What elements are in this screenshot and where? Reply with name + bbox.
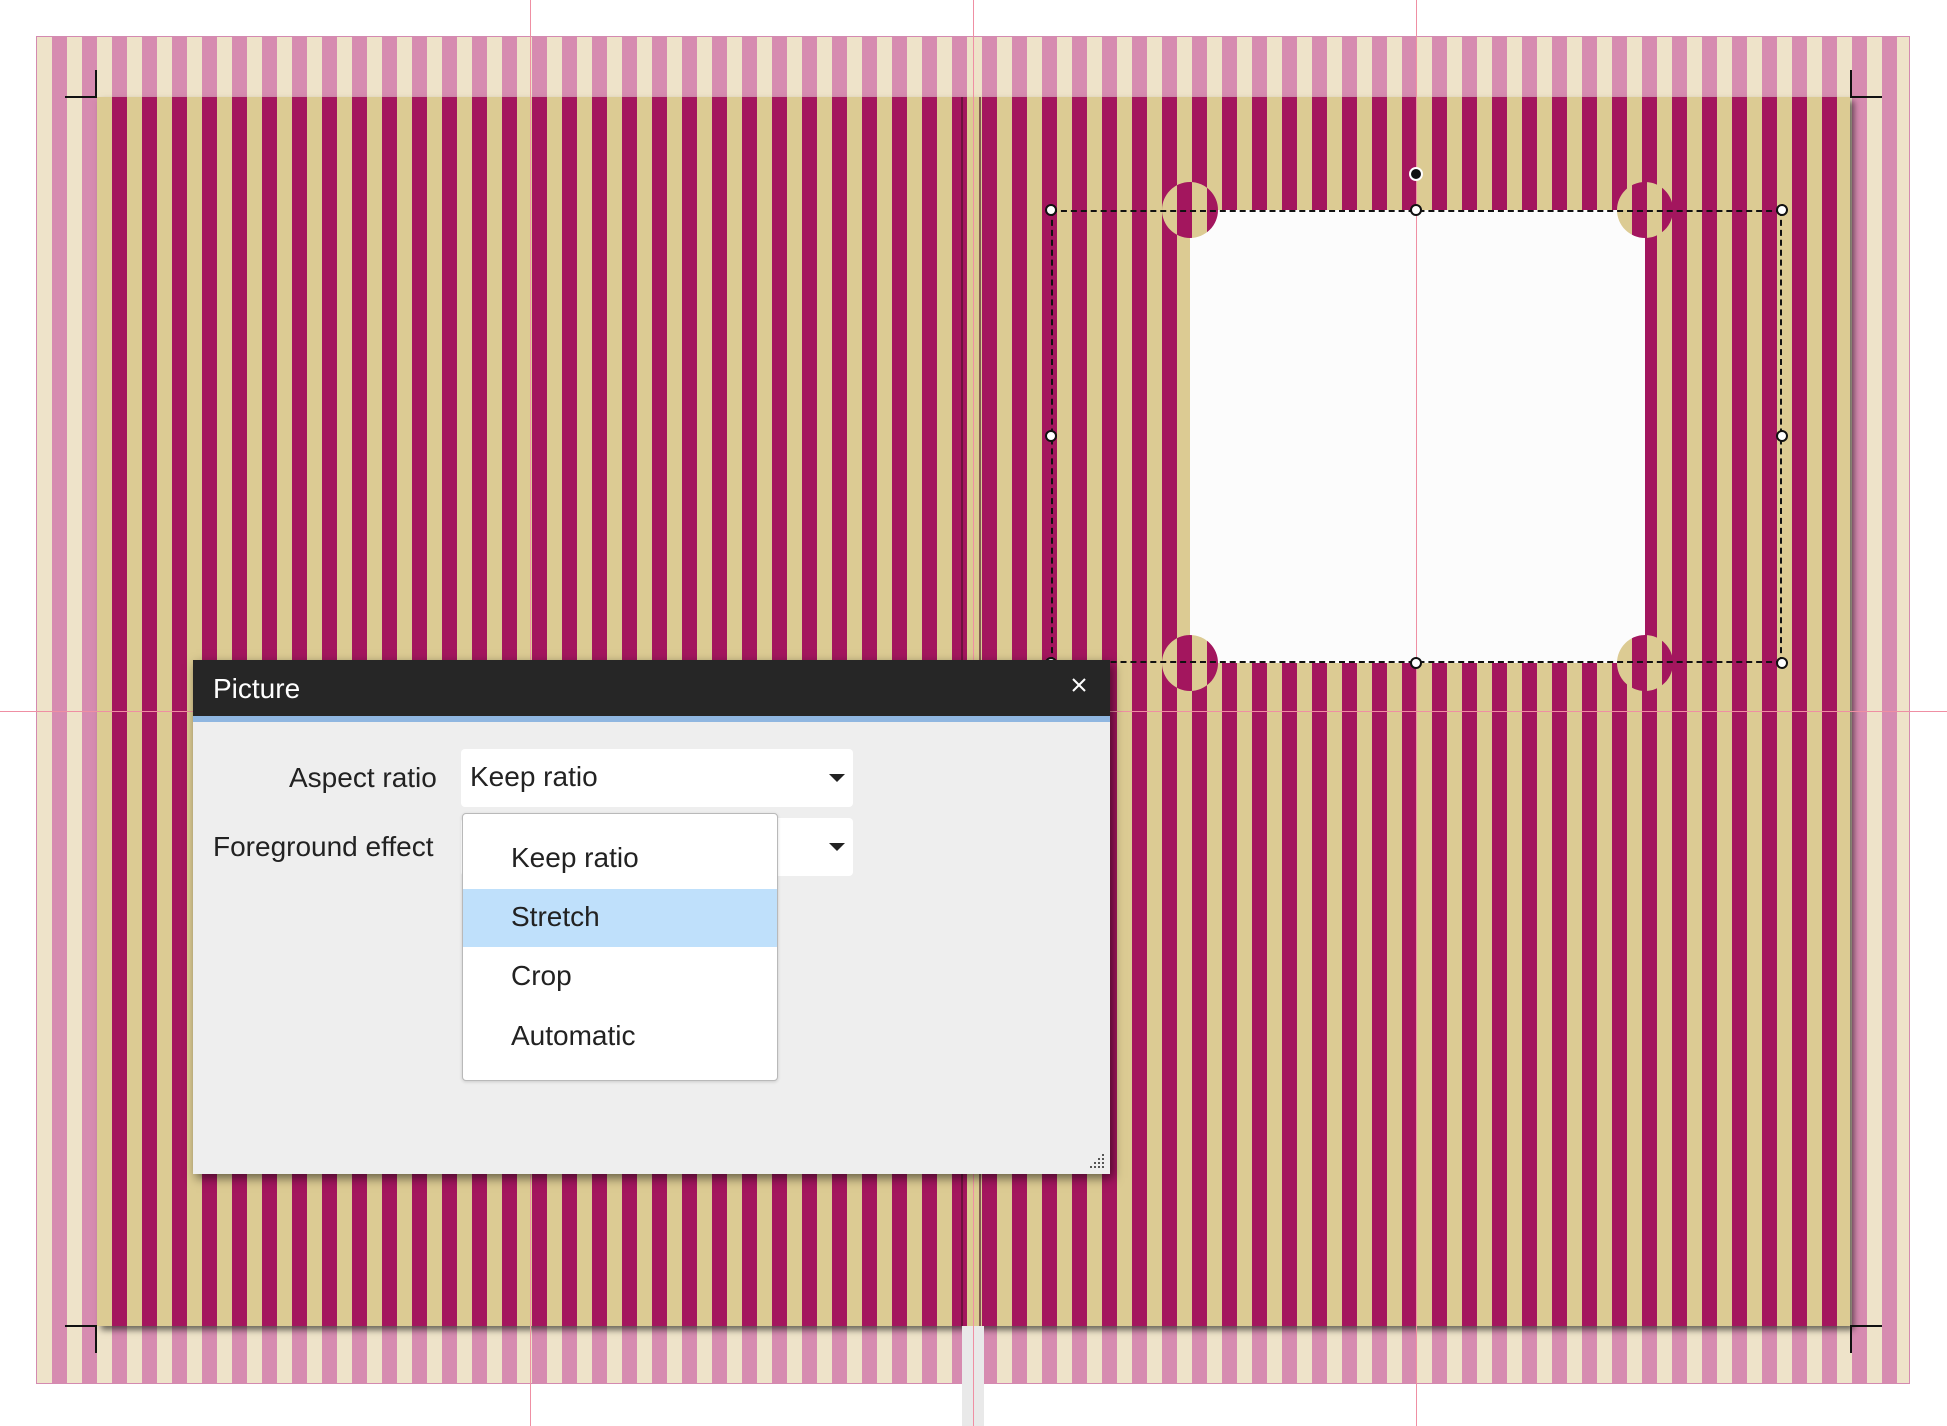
dropdown-option-automatic[interactable]: Automatic — [463, 1008, 777, 1066]
resize-handle-top[interactable] — [1410, 204, 1422, 216]
aspect-ratio-dropdown-list: Keep ratio Stretch Crop Automatic — [462, 813, 778, 1081]
resize-handle-right[interactable] — [1776, 430, 1788, 442]
rotate-handle[interactable] — [1409, 167, 1423, 181]
resize-handle-bottom-right[interactable] — [1776, 657, 1788, 669]
resize-handle-top-right[interactable] — [1776, 204, 1788, 216]
crop-mark — [65, 1325, 95, 1327]
dropdown-option-crop[interactable]: Crop — [463, 948, 777, 1006]
dialog-titlebar[interactable]: Picture — [193, 660, 1110, 716]
titlebar-accent — [193, 716, 1110, 722]
aspect-ratio-value: Keep ratio — [470, 761, 598, 792]
picture-dialog: Picture Aspect ratio Keep ratio Foregrou… — [193, 660, 1110, 1174]
dropdown-option-stretch[interactable]: Stretch — [463, 889, 777, 947]
resize-handle-top-left[interactable] — [1045, 204, 1057, 216]
crop-mark — [95, 70, 97, 98]
selection-box — [1051, 210, 1782, 663]
crop-mark — [65, 96, 95, 98]
resize-grip-icon[interactable] — [1088, 1152, 1106, 1170]
aspect-ratio-select[interactable]: Keep ratio — [461, 749, 853, 807]
crop-mark — [95, 1325, 97, 1353]
crop-mark — [1850, 1325, 1852, 1353]
chevron-down-icon — [829, 843, 845, 851]
aspect-ratio-label: Aspect ratio — [289, 762, 437, 793]
close-icon[interactable] — [1066, 672, 1092, 698]
dropdown-option-keep-ratio[interactable]: Keep ratio — [463, 830, 777, 888]
foreground-effect-label: Foreground effect — [213, 831, 434, 862]
resize-handle-left[interactable] — [1045, 430, 1057, 442]
crop-mark — [1850, 70, 1852, 98]
resize-handle-bottom[interactable] — [1410, 657, 1422, 669]
crop-mark — [1852, 1325, 1882, 1327]
crop-mark — [1852, 96, 1882, 98]
dialog-title: Picture — [213, 673, 301, 704]
chevron-down-icon — [829, 774, 845, 782]
